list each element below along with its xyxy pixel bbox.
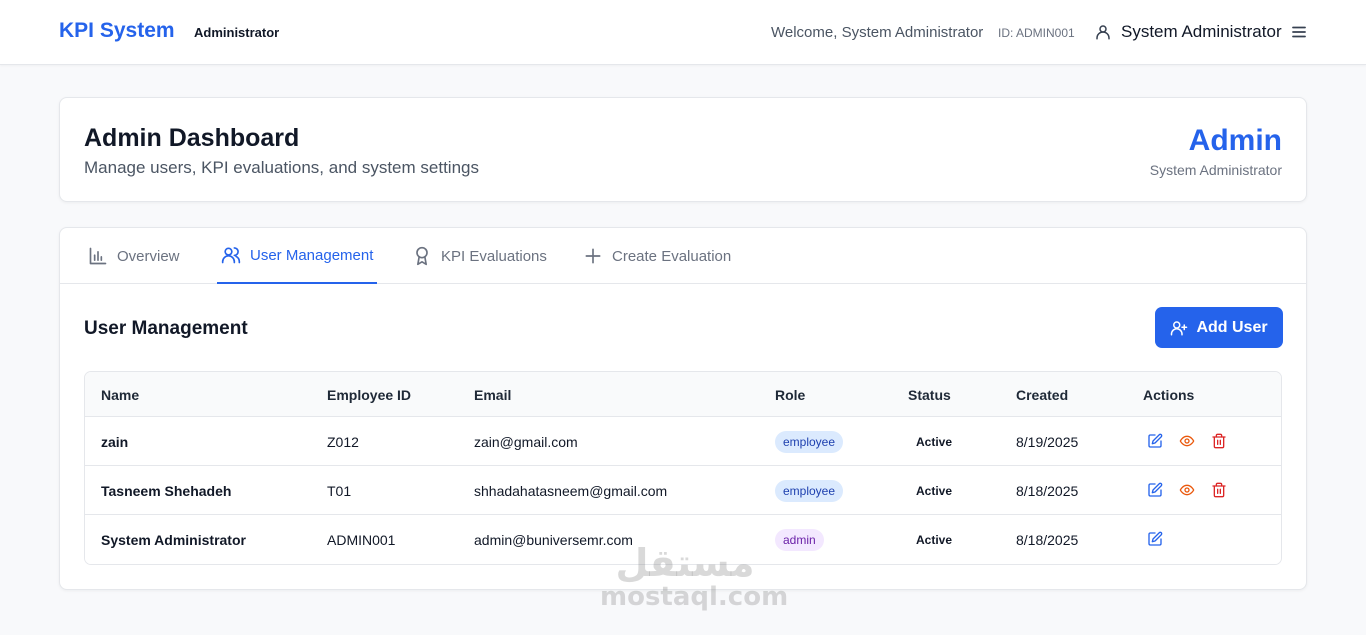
plus-icon xyxy=(585,248,601,264)
table-row: System Administrator ADMIN001 admin@buni… xyxy=(85,515,1281,564)
column-header-created: Created xyxy=(1016,387,1069,403)
section-title: User Management xyxy=(84,318,248,339)
cell-employee-id: Z012 xyxy=(327,434,359,450)
cell-email: zain@gmail.com xyxy=(474,434,578,450)
table-row: Tasneem Shehadeh T01 shhadahatasneem@gma… xyxy=(85,466,1281,515)
users-table: Name Employee ID Email Role Status Creat… xyxy=(84,371,1282,565)
cell-employee-id: ADMIN001 xyxy=(327,532,396,548)
column-header-status: Status xyxy=(908,387,951,403)
table-row: zain Z012 zain@gmail.com employee Active… xyxy=(85,417,1281,466)
menu-icon[interactable] xyxy=(1292,26,1306,38)
status-badge: Active xyxy=(916,435,953,449)
cell-created: 8/19/2025 xyxy=(1016,434,1079,450)
edit-icon[interactable] xyxy=(1147,482,1163,498)
table-header: Name Employee ID Email Role Status Creat… xyxy=(85,372,1281,417)
users-icon xyxy=(221,247,241,264)
tab-label: User Management xyxy=(250,246,374,264)
brand-logo[interactable]: KPI System xyxy=(59,19,175,43)
tab-bar: Overview User Management KPI Evaluations… xyxy=(60,228,1306,284)
column-header-role: Role xyxy=(775,387,806,403)
role-label: Administrator xyxy=(194,25,280,40)
cell-name: System Administrator xyxy=(101,532,246,548)
delete-icon[interactable] xyxy=(1211,433,1227,449)
cell-email: shhadahatasneem@gmail.com xyxy=(474,483,668,499)
status-badge: Active xyxy=(916,533,953,547)
tab-label: KPI Evaluations xyxy=(441,247,547,265)
view-icon[interactable] xyxy=(1179,433,1195,449)
role-subtitle: System Administrator xyxy=(1149,162,1282,178)
column-header-actions: Actions xyxy=(1143,387,1195,403)
cell-name: Tasneem Shehadeh xyxy=(101,483,232,499)
tab-user-management[interactable]: User Management xyxy=(217,228,378,284)
main-panel: Overview User Management KPI Evaluations… xyxy=(59,227,1307,590)
edit-icon[interactable] xyxy=(1147,531,1163,547)
role-badge: admin xyxy=(775,529,824,551)
tab-create-evaluation[interactable]: Create Evaluation xyxy=(583,228,731,284)
user-plus-icon xyxy=(1171,320,1188,335)
view-icon[interactable] xyxy=(1179,482,1195,498)
dashboard-header-card: Admin Dashboard Manage users, KPI evalua… xyxy=(59,97,1307,202)
tab-label: Overview xyxy=(117,247,180,265)
tab-overview[interactable]: Overview xyxy=(88,228,180,284)
cell-employee-id: T01 xyxy=(327,483,352,499)
role-badge: employee xyxy=(775,480,844,502)
top-bar: KPI System Administrator Welcome, System… xyxy=(0,0,1366,65)
bar-chart-icon xyxy=(89,247,107,265)
page-subtitle: Manage users, KPI evaluations, and syste… xyxy=(84,158,479,177)
column-header-email: Email xyxy=(474,387,512,403)
user-icon[interactable] xyxy=(1094,22,1112,42)
delete-icon[interactable] xyxy=(1211,482,1227,498)
status-badge: Active xyxy=(916,484,953,498)
cell-created: 8/18/2025 xyxy=(1016,532,1079,548)
cell-name: zain xyxy=(101,434,129,450)
tab-kpi-evaluations[interactable]: KPI Evaluations xyxy=(412,228,547,284)
award-icon xyxy=(416,246,428,266)
edit-icon[interactable] xyxy=(1147,433,1163,449)
role-title: Admin xyxy=(1188,124,1282,157)
user-name[interactable]: System Administrator xyxy=(1121,22,1282,42)
column-header-employee-id: Employee ID xyxy=(327,387,412,403)
cell-email: admin@buniversemr.com xyxy=(474,532,633,548)
cell-created: 8/18/2025 xyxy=(1016,483,1079,499)
welcome-text: Welcome, System Administrator xyxy=(771,24,984,41)
role-badge: employee xyxy=(775,431,844,453)
add-user-button[interactable]: Add User xyxy=(1155,307,1283,348)
add-user-label: Add User xyxy=(1196,318,1268,336)
page-title: Admin Dashboard xyxy=(84,124,300,152)
user-id: ID: ADMIN001 xyxy=(998,26,1075,40)
tab-label: Create Evaluation xyxy=(612,247,732,265)
column-header-name: Name xyxy=(101,387,140,403)
